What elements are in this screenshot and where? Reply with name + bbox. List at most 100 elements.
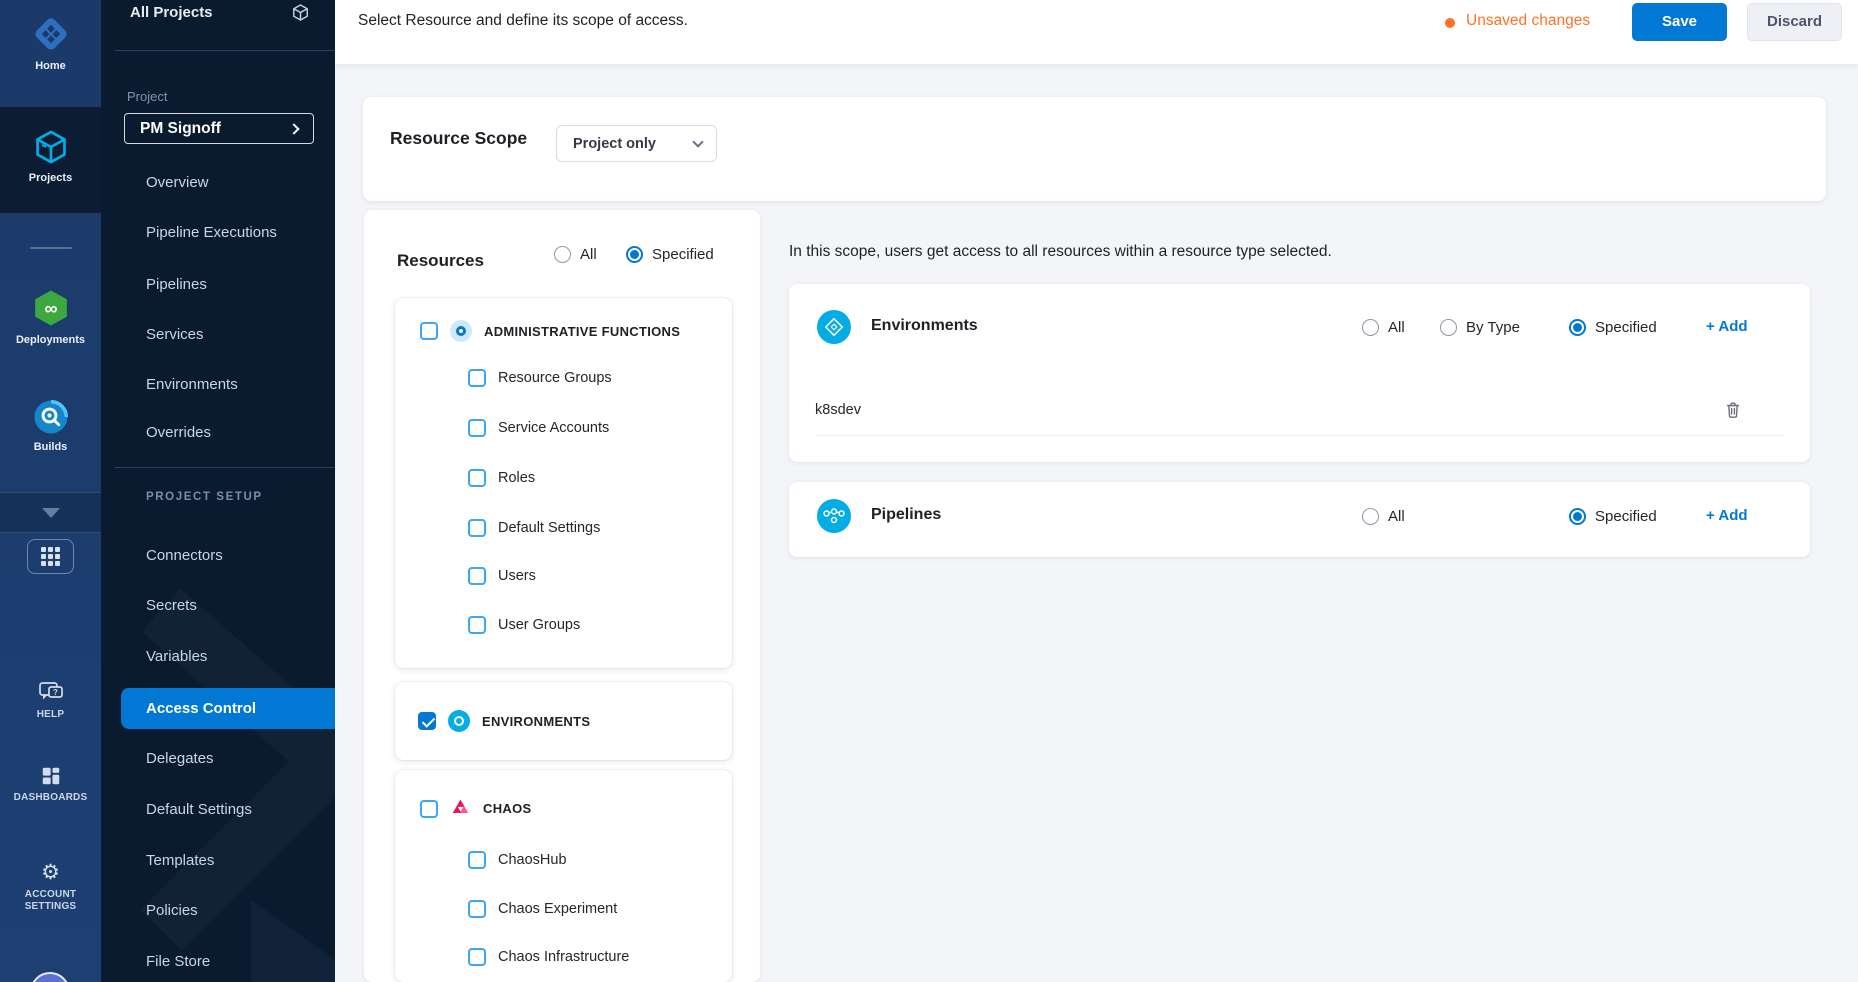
nav-item-overrides[interactable]: Overrides [101,413,335,453]
checkbox-row: Default Settings [468,519,600,537]
sidebar-item-builds[interactable]: Builds [0,399,101,453]
resources-radio-specified[interactable]: Specified [626,246,714,263]
nav-item-pipeline-executions[interactable]: Pipeline Executions [101,213,335,253]
chevron-down-icon [42,508,60,518]
sidebar-item-projects-content[interactable]: Projects [0,128,101,184]
pipelines-radio-specified[interactable]: Specified [1569,508,1657,525]
radio-icon[interactable] [1362,319,1379,336]
environments-add-button[interactable]: + Add [1706,318,1748,335]
environments-resource-icon [817,310,851,344]
page-header: Select Resource and define its scope of … [335,0,1858,64]
resource-scope-dropdown[interactable]: Project only [556,125,717,162]
environments-radio-all[interactable]: All [1362,319,1405,336]
sidebar-divider [30,247,72,249]
checkbox-resource-groups[interactable] [468,369,486,387]
resources-radio-all[interactable]: All [554,246,597,263]
checkbox-user-groups[interactable] [468,616,486,634]
checkbox-label: Users [498,568,536,584]
checkbox-chaos-infrastructure[interactable] [468,948,486,966]
nav-item-access-control[interactable]: Access Control [121,688,335,729]
nav-item-overview[interactable]: Overview [101,163,335,203]
sidebar-item-label: Builds [0,441,101,453]
user-avatar[interactable]: P [30,972,70,982]
nav-item-default-settings[interactable]: Default Settings [101,790,335,830]
sidebar-item-home[interactable]: Home [0,14,101,72]
nav-item-templates[interactable]: Templates [101,841,335,881]
checkbox-label: Chaos Experiment [498,901,617,917]
radio-icon[interactable] [554,246,571,263]
nav-item-file-store[interactable]: File Store [101,942,335,982]
radio-label: Specified [652,246,714,263]
sidebar-item-deployments[interactable]: ∞ Deployments [0,288,101,346]
radio-icon[interactable] [1362,508,1379,525]
nav-section-label: PROJECT SETUP [146,491,263,503]
checkbox-label: Service Accounts [498,420,609,436]
checkbox-chaos[interactable] [420,800,438,818]
checkbox-chaoshub[interactable] [468,851,486,869]
sidebar-item-label: DASHBOARDS [0,792,101,804]
nav-divider [115,467,335,468]
trash-icon[interactable] [1723,400,1743,420]
nav-item-connectors[interactable]: Connectors [101,536,335,576]
radio-selected-icon[interactable] [1569,508,1586,525]
radio-label: All [580,246,597,263]
sidebar-item-account-settings[interactable]: ⚙ ACCOUNT SETTINGS [0,862,101,913]
checkbox-label: Roles [498,470,535,486]
sidebar-item-label: Home [0,60,101,72]
cube-icon [32,128,70,166]
checkbox-environments-checked[interactable] [418,712,436,730]
checkbox-service-accounts[interactable] [468,419,486,437]
radio-selected-icon[interactable] [1569,319,1586,336]
sidebar-item-label: Projects [0,172,101,184]
gear-icon: ⚙ [41,861,60,884]
resource-card-title: Environments [871,317,978,335]
resource-scope-label: Resource Scope [390,128,527,149]
checkbox-roles[interactable] [468,469,486,487]
sidebar-item-label: HELP [0,709,101,721]
resource-item-name: k8sdev [815,402,1723,418]
sidebar-item-help[interactable]: ? HELP [0,680,101,721]
save-button[interactable]: Save [1632,3,1727,41]
checkbox-users[interactable] [468,567,486,585]
environments-radio-by-type[interactable]: By Type [1440,319,1520,336]
nav-item-environments[interactable]: Environments [101,365,335,405]
environments-radio-specified[interactable]: Specified [1569,319,1657,336]
checkbox-row: Service Accounts [468,419,609,437]
cube-icon[interactable] [291,3,310,22]
checkbox-row: ChaosHub [468,851,567,869]
discard-button[interactable]: Discard [1747,3,1842,41]
nav-item-policies[interactable]: Policies [101,891,335,931]
radio-icon[interactable] [1440,319,1457,336]
group-header: ADMINISTRATIVE FUNCTIONS [420,320,680,342]
main-content: Select Resource and define its scope of … [335,0,1858,982]
group-card-chaos: CHAOS ChaosHub Chaos Experiment Chaos In… [395,770,732,982]
home-icon [31,14,71,54]
pipelines-add-button[interactable]: + Add [1706,507,1748,524]
group-card-environments: ENVIRONMENTS [395,682,732,760]
nav-item-variables[interactable]: Variables [101,637,335,677]
pipelines-resource-icon [817,499,851,533]
project-selector[interactable]: PM Signoff [124,113,314,144]
checkbox-administrative-functions[interactable] [420,322,438,340]
pipelines-radio-all[interactable]: All [1362,508,1405,525]
nav-item-secrets[interactable]: Secrets [101,586,335,626]
checkbox-row: Users [468,567,536,585]
sidebar-item-label: Deployments [0,334,101,346]
group-title: ENVIRONMENTS [482,714,590,729]
project-nav: All Projects Project PM Signoff Overview… [101,0,335,982]
radio-selected-icon[interactable] [626,246,643,263]
checkbox-row: Resource Groups [468,369,612,387]
checkbox-default-settings[interactable] [468,519,486,537]
nav-item-delegates[interactable]: Delegates [101,739,335,779]
resource-scope-value: Project only [573,136,694,152]
sidebar-item-dashboards[interactable]: DASHBOARDS [0,765,101,804]
nav-item-pipelines[interactable]: Pipelines [101,265,335,305]
apps-grid-button[interactable] [27,539,74,574]
page-title: Select Resource and define its scope of … [358,12,688,30]
checkbox-chaos-experiment[interactable] [468,900,486,918]
sidebar-collapse-band[interactable] [0,492,101,533]
project-name: PM Signoff [140,120,290,138]
checkbox-row: User Groups [468,616,580,634]
nav-item-services[interactable]: Services [101,315,335,355]
group-card-administrative-functions: ADMINISTRATIVE FUNCTIONS Resource Groups… [395,298,732,668]
